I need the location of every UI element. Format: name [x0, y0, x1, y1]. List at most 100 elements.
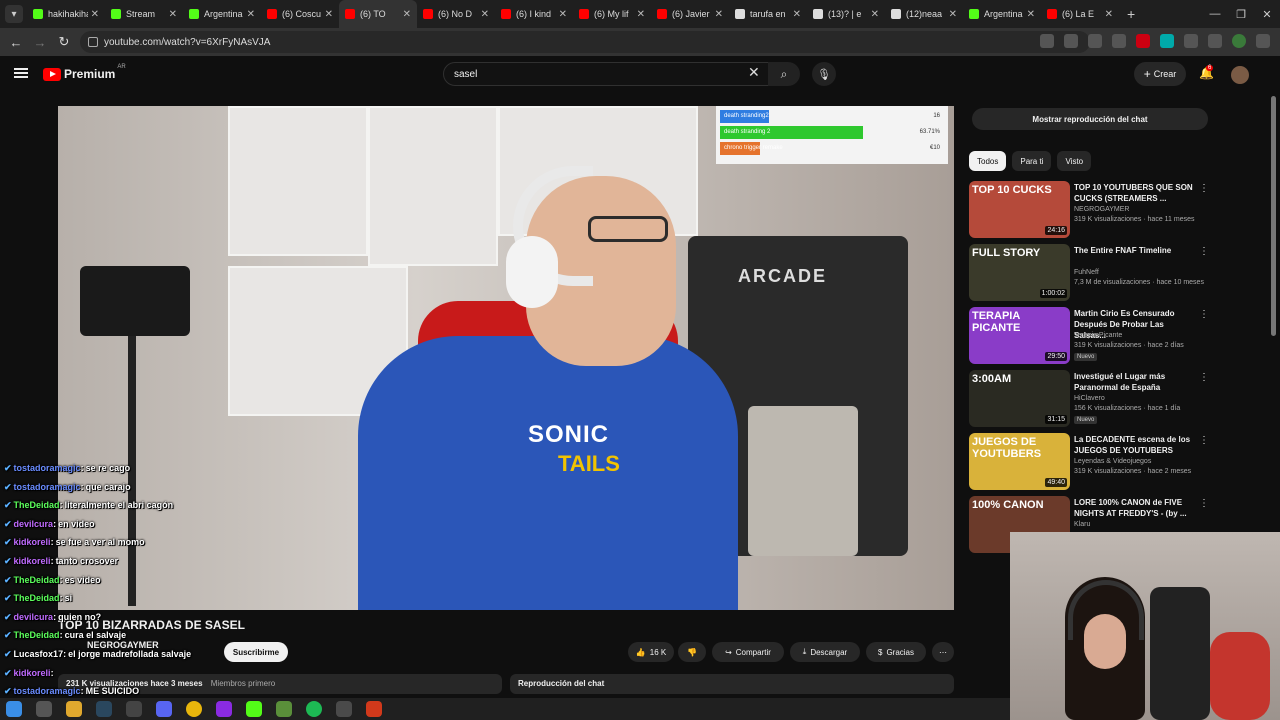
- tab-close-icon[interactable]: ✕: [949, 9, 957, 20]
- tab-close-icon[interactable]: ✕: [481, 9, 489, 20]
- app-icon[interactable]: [366, 701, 382, 717]
- tab-search-button[interactable]: ▾: [5, 5, 23, 23]
- video-thumbnail[interactable]: 3:00AM 31:15: [969, 370, 1070, 427]
- app-icon[interactable]: [216, 701, 232, 717]
- video-title[interactable]: The Entire FNAF Timeline: [1074, 245, 1198, 256]
- tab-close-icon[interactable]: ✕: [325, 9, 333, 20]
- scrollbar[interactable]: [1271, 96, 1276, 336]
- video-thumbnail[interactable]: TERAPIA PICANTE 29:50: [969, 307, 1070, 364]
- search-button[interactable]: ⌕: [768, 62, 800, 86]
- clear-search-icon[interactable]: ✕: [748, 64, 760, 81]
- video-title[interactable]: TOP 10 YOUTUBERS QUE SON CUCKS (STREAMER…: [1074, 182, 1198, 204]
- like-button[interactable]: 👍 16 K: [628, 642, 674, 662]
- more-options-icon[interactable]: ⋮: [1199, 435, 1209, 446]
- profile-icon[interactable]: [1232, 34, 1246, 48]
- menu-kebab-icon[interactable]: [1256, 34, 1270, 48]
- channel-name[interactable]: Klaru: [1074, 521, 1090, 528]
- thanks-button[interactable]: $ Gracias: [866, 642, 926, 662]
- recommended-video[interactable]: JUEGOS DE YOUTUBERS 49:40 La DECADENTE esc…: [969, 433, 1209, 491]
- file-explorer-icon[interactable]: [66, 701, 82, 717]
- download-button[interactable]: ⤓ Descargar: [790, 642, 860, 662]
- filter-chip[interactable]: Para ti: [1012, 151, 1052, 171]
- more-options-icon[interactable]: ⋮: [1199, 183, 1209, 194]
- browser-tab[interactable]: hakihakihaki✕: [27, 0, 105, 28]
- filter-chip[interactable]: Todos: [969, 151, 1007, 171]
- video-thumbnail[interactable]: JUEGOS DE YOUTUBERS 49:40: [969, 433, 1070, 490]
- video-title[interactable]: LORE 100% CANON de FIVE NIGHTS AT FREDDY…: [1074, 497, 1198, 519]
- tab-close-icon[interactable]: ✕: [91, 9, 99, 20]
- channel-name[interactable]: FuhNeff: [1074, 269, 1099, 276]
- browser-tab[interactable]: (6) La E ✕: [1041, 0, 1119, 28]
- video-title[interactable]: Investigué el Lugar más Paranormal de Es…: [1074, 371, 1198, 393]
- recommended-video[interactable]: TOP 10 CUCKS 24:16 TOP 10 YOUTUBERS QUE SO…: [969, 181, 1209, 239]
- channel-name[interactable]: Terapia Picante: [1074, 332, 1122, 339]
- more-options-icon[interactable]: ⋮: [1199, 246, 1209, 257]
- spotify-icon[interactable]: [306, 701, 322, 717]
- chrome-icon[interactable]: [186, 701, 202, 717]
- browser-tab[interactable]: (6) TO ✕: [339, 0, 417, 28]
- minecraft-icon[interactable]: [276, 701, 292, 717]
- filter-chip[interactable]: Visto: [1057, 151, 1092, 171]
- minimize-icon[interactable]: —: [1202, 8, 1228, 20]
- recommended-video[interactable]: 3:00AM 31:15 Investigué el Lugar más Paran…: [969, 370, 1209, 428]
- zoom-icon[interactable]: [1064, 34, 1078, 48]
- more-options-icon[interactable]: ⋮: [1199, 498, 1209, 509]
- search-input[interactable]: sasel: [443, 62, 771, 86]
- tab-close-icon[interactable]: ✕: [793, 9, 801, 20]
- more-options-icon[interactable]: ⋮: [1199, 372, 1209, 383]
- video-thumbnail[interactable]: TOP 10 CUCKS 24:16: [969, 181, 1070, 238]
- subscribe-button[interactable]: Suscribirme: [224, 642, 288, 662]
- browser-tab[interactable]: Stream ✕: [105, 0, 183, 28]
- discord-icon[interactable]: [156, 701, 172, 717]
- tab-close-icon[interactable]: ✕: [403, 9, 411, 20]
- browser-tab[interactable]: (6) Javier ✕: [651, 0, 729, 28]
- browser-tab[interactable]: Argentina ✕: [963, 0, 1041, 28]
- dislike-button[interactable]: 👎: [678, 642, 706, 662]
- url-field[interactable]: youtube.com/watch?v=6XrFyNAsVJA: [80, 31, 1090, 53]
- recommended-video[interactable]: TERAPIA PICANTE 29:50 Martin Cirio Es Cens…: [969, 307, 1209, 365]
- video-title[interactable]: La DECADENTE escena de los JUEGOS DE YOU…: [1074, 434, 1198, 456]
- browser-tab[interactable]: (6) Coscu ✕: [261, 0, 339, 28]
- video-thumbnail[interactable]: FULL STORY 1:00:02: [969, 244, 1070, 301]
- create-button[interactable]: + Crear: [1134, 62, 1186, 86]
- start-icon[interactable]: [6, 701, 22, 717]
- steam-icon[interactable]: [96, 701, 112, 717]
- tab-close-icon[interactable]: ✕: [169, 9, 177, 20]
- browser-tab[interactable]: (6) No D ✕: [417, 0, 495, 28]
- chat-replay-bar[interactable]: Reproducción del chat: [510, 674, 954, 694]
- obs-icon[interactable]: [126, 701, 142, 717]
- reading-list-icon[interactable]: [1208, 34, 1222, 48]
- extension-icon[interactable]: [1136, 34, 1150, 48]
- channel-name[interactable]: HiClavero: [1074, 395, 1105, 402]
- forward-icon[interactable]: →: [28, 35, 52, 50]
- show-chat-replay-button[interactable]: Mostrar reproducción del chat: [972, 108, 1208, 130]
- maximize-icon[interactable]: ❐: [1228, 8, 1254, 21]
- reload-icon[interactable]: ↻: [52, 34, 76, 50]
- tab-close-icon[interactable]: ✕: [1105, 9, 1113, 20]
- cast-icon[interactable]: [1040, 34, 1054, 48]
- tab-close-icon[interactable]: ✕: [715, 9, 723, 20]
- menu-icon[interactable]: [14, 68, 28, 78]
- tab-close-icon[interactable]: ✕: [871, 9, 879, 20]
- youtube-logo[interactable]: Premium AR: [43, 64, 126, 81]
- browser-tab[interactable]: (6) My lif ✕: [573, 0, 651, 28]
- recommended-video[interactable]: FULL STORY 1:00:02 The Entire FNAF Timelin…: [969, 244, 1209, 302]
- chrome-icon[interactable]: [336, 701, 352, 717]
- more-options-icon[interactable]: ⋮: [1199, 309, 1209, 320]
- tab-close-icon[interactable]: ✕: [637, 9, 645, 20]
- voice-search-button[interactable]: 🎙: [812, 62, 836, 86]
- puzzle-icon[interactable]: [1184, 34, 1198, 48]
- browser-tab[interactable]: (6) I kind ✕: [495, 0, 573, 28]
- share-button[interactable]: ↪ Compartir: [712, 642, 784, 662]
- browser-tab[interactable]: (13)? | e ✕: [807, 0, 885, 28]
- channel-name[interactable]: NEGROGAYMER: [1074, 206, 1130, 213]
- bookmark-star-icon[interactable]: [1088, 34, 1102, 48]
- tab-close-icon[interactable]: ✕: [1027, 9, 1035, 20]
- tab-close-icon[interactable]: ✕: [247, 9, 255, 20]
- browser-tab[interactable]: tarufa en ✕: [729, 0, 807, 28]
- browser-tab[interactable]: Argentina ✕: [183, 0, 261, 28]
- video-player[interactable]: ARCADE SONIC TAILS death stranding2 16 dea…: [58, 106, 954, 610]
- extension-icon[interactable]: [1160, 34, 1174, 48]
- extension-icon[interactable]: [1112, 34, 1126, 48]
- more-actions-button[interactable]: ⋯: [932, 642, 954, 662]
